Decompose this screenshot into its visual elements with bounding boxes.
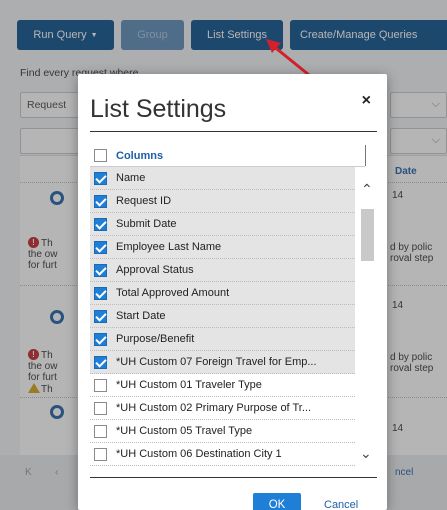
close-icon[interactable]: × [362,92,371,110]
column-option-row[interactable]: Purpose/Benefit [90,328,355,351]
column-checkbox[interactable] [94,447,107,461]
column-option-row[interactable]: *UH Custom 06 Destination City 1 [90,443,355,466]
column-option-row[interactable]: Submit Date [90,213,355,236]
column-option-label: Name [116,172,146,184]
columns-list: Columns Name Request ID Submit Date Employe… [90,145,377,505]
column-checkbox[interactable] [94,355,107,369]
column-option-row[interactable]: Approval Status [90,259,355,282]
column-option-row[interactable]: Name [90,167,355,190]
column-option-label: Employee Last Name [116,241,222,253]
column-option-row[interactable]: Request ID [90,190,355,213]
column-checkbox[interactable] [94,240,107,254]
column-option-label: *UH Custom 05 Travel Type [116,425,253,437]
dialog-title: List Settings [90,95,227,123]
column-option-row[interactable]: *UH Custom 05 Travel Type [90,420,355,443]
header-divider [365,145,366,166]
chevron-down-icon[interactable]: ⌄ [360,445,372,462]
column-checkbox[interactable] [94,332,107,346]
title-divider [90,131,377,132]
column-checkbox[interactable] [94,263,107,277]
list-settings-dialog: List Settings × Columns Name Request ID Su… [78,74,387,510]
column-option-label: *UH Custom 02 Primary Purpose of Tr... [116,402,312,414]
column-option-label: *UH Custom 07 Foreign Travel for Emp... [116,356,317,368]
footer-divider [90,477,377,478]
column-checkbox[interactable] [94,309,107,323]
list-scrollbar[interactable]: ⌃ ⌄ [357,167,377,489]
column-option-label: *UH Custom 01 Traveler Type [116,379,262,391]
column-option-row[interactable]: Employee Last Name [90,236,355,259]
columns-header-label: Columns [116,149,164,162]
cancel-button[interactable]: Cancel [324,499,358,510]
column-option-label: Total Approved Amount [116,287,230,299]
columns-rows: Name Request ID Submit Date Employee Last N… [90,167,355,466]
column-option-row[interactable]: *UH Custom 07 Foreign Travel for Emp... [90,351,355,374]
column-checkbox[interactable] [94,286,107,300]
column-option-label: Start Date [116,310,166,322]
scrollbar-thumb[interactable] [361,209,374,261]
ok-button[interactable]: OK [253,493,301,510]
column-checkbox[interactable] [94,171,107,185]
column-option-row[interactable]: *UH Custom 02 Primary Purpose of Tr... [90,397,355,420]
column-option-row[interactable]: *UH Custom 01 Traveler Type [90,374,355,397]
column-checkbox[interactable] [94,194,107,208]
column-checkbox[interactable] [94,378,107,392]
chevron-up-icon[interactable]: ⌃ [361,181,373,198]
column-checkbox[interactable] [94,401,107,415]
column-option-label: Purpose/Benefit [116,333,195,345]
column-checkbox[interactable] [94,424,107,438]
column-option-label: Submit Date [116,218,177,230]
column-option-row[interactable]: Total Approved Amount [90,282,355,305]
column-option-row[interactable]: Start Date [90,305,355,328]
column-checkbox[interactable] [94,217,107,231]
select-all-checkbox[interactable] [94,149,107,162]
column-option-label: *UH Custom 06 Destination City 1 [116,448,282,460]
column-option-label: Request ID [116,195,172,207]
column-option-label: Approval Status [116,264,194,276]
columns-header: Columns [90,145,365,167]
